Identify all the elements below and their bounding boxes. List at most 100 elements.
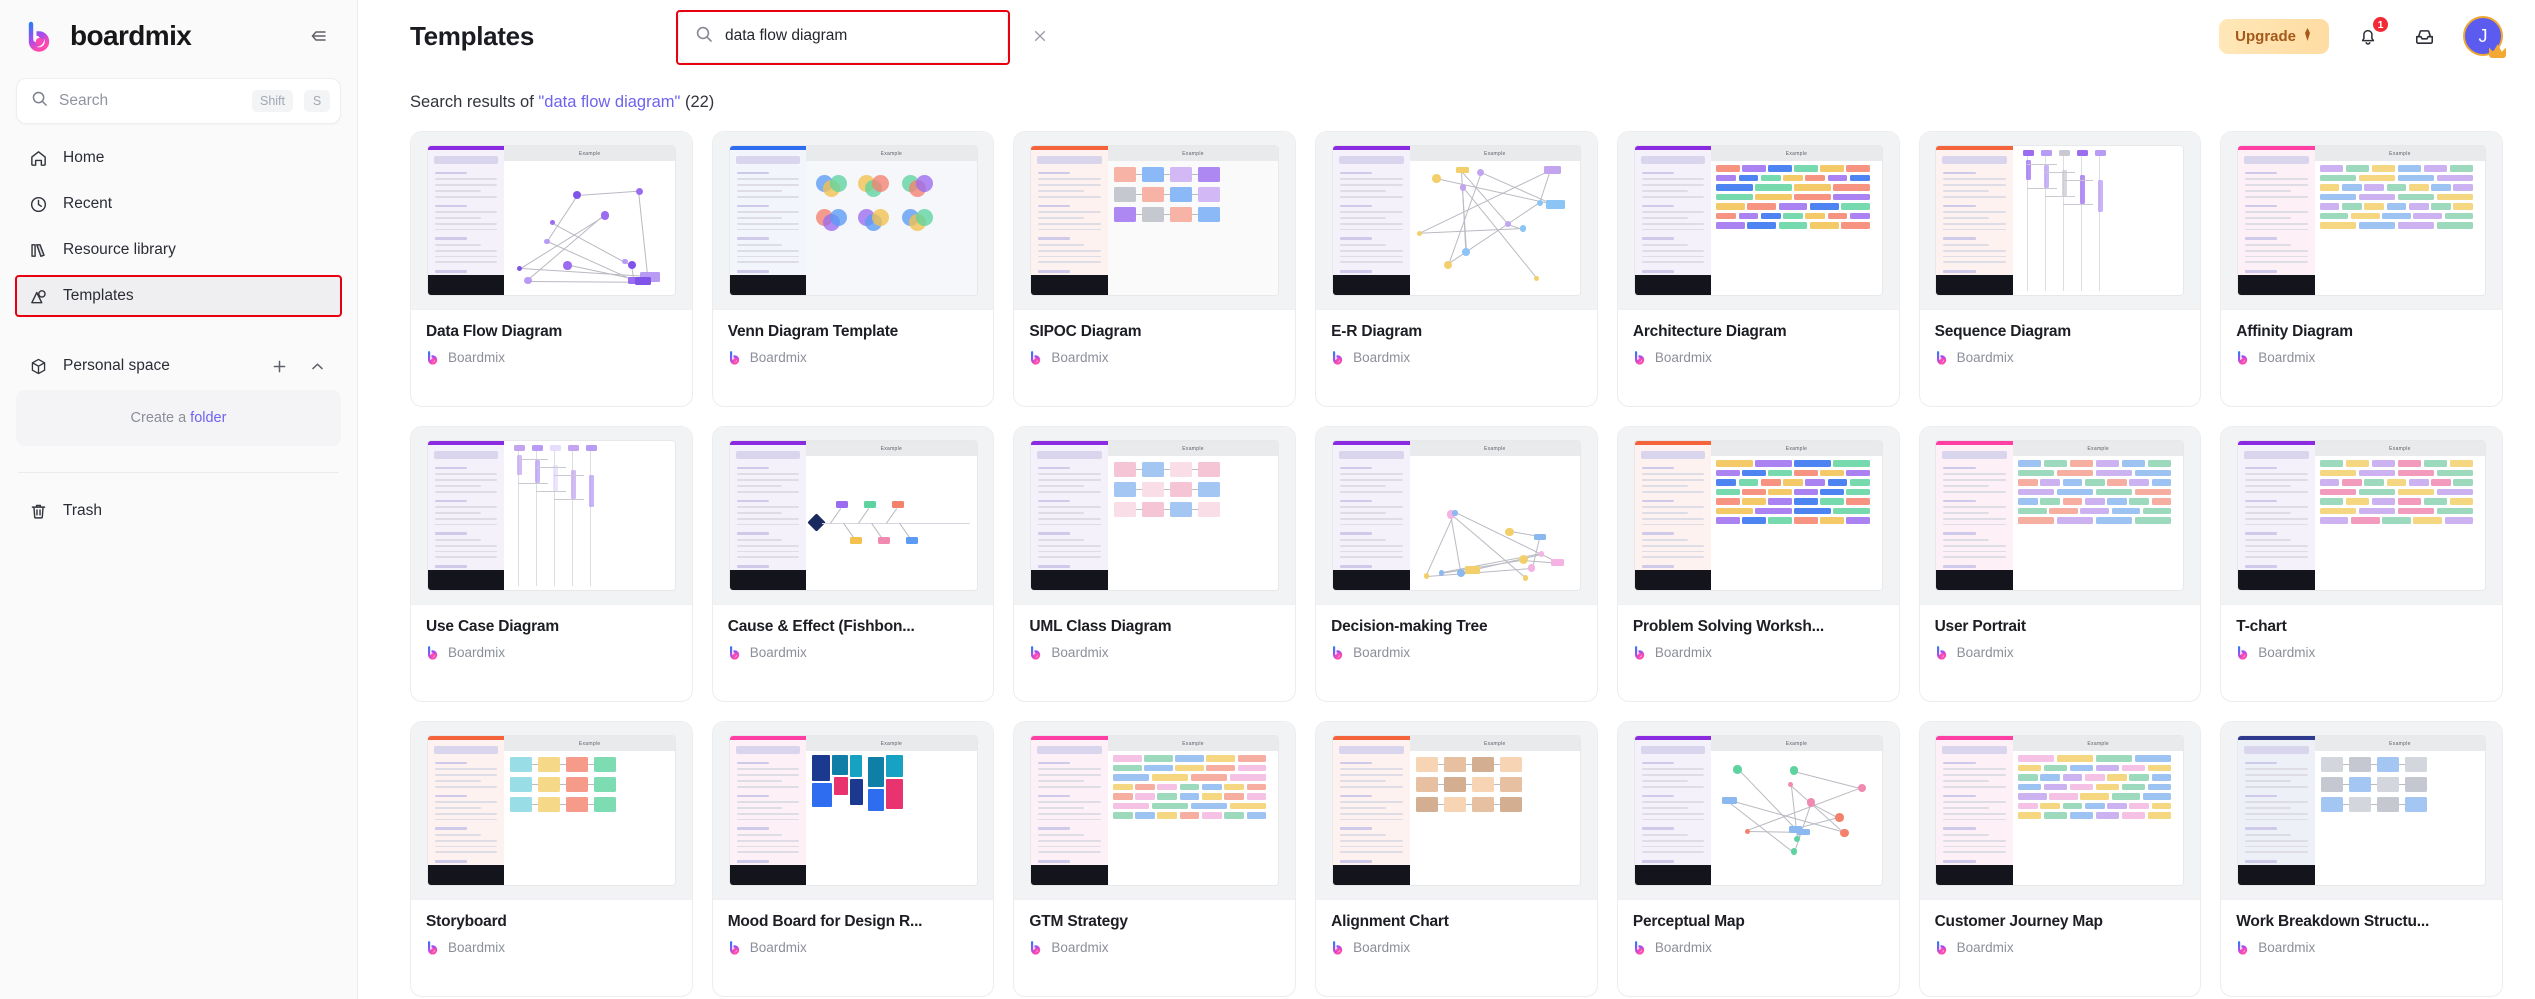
sidebar-item-label: Trash (63, 502, 103, 519)
template-card[interactable]: Example Mood Board for Design R... Board… (711, 721, 995, 997)
sidebar-divider (18, 472, 339, 473)
template-card[interactable]: Example UML Class Diagram Boardmix (1013, 426, 1297, 702)
templates-grid: Example Data Flow Diagram Boardmix Examp… (410, 131, 2503, 997)
boardmix-logo-icon (1331, 350, 1346, 365)
template-thumbnail: Example (1316, 427, 1597, 605)
shortcut-key-shift: Shift (251, 90, 293, 112)
template-card[interactable]: Example SIPOC Diagram Boardmix (1013, 131, 1297, 407)
template-title: Venn Diagram Template (727, 323, 899, 340)
boardmix-logo-icon (426, 940, 441, 955)
sidebar-item-resource-library[interactable]: Resource library (16, 230, 341, 270)
template-card[interactable]: Example Customer Journey Map Boardmix (1918, 721, 2202, 997)
template-author-name: Boardmix (2258, 350, 2316, 365)
create-folder-row[interactable]: Create a folder (16, 390, 341, 446)
template-card[interactable]: Example User Portrait Boardmix (1918, 426, 2202, 702)
results-prefix: Search results of (410, 93, 534, 111)
template-author-name: Boardmix (2258, 645, 2316, 660)
boardmix-logo-icon (1935, 350, 1950, 365)
inbox-button[interactable] (2407, 19, 2441, 53)
content-area: Search results of "data flow diagram" (2… (358, 72, 2535, 999)
template-author: Boardmix (1935, 350, 2186, 365)
app-root: boardmix Search Shift S Home Recent Reso… (0, 0, 2535, 999)
personal-space-section: Personal space (0, 346, 357, 386)
template-thumbnail: Example (2221, 722, 2502, 900)
template-title: Architecture Diagram (1632, 323, 1787, 340)
template-thumbnail (1919, 132, 2201, 310)
template-title: GTM Strategy (1029, 913, 1128, 930)
template-author-name: Boardmix (1353, 645, 1411, 660)
cube-icon (28, 356, 49, 377)
template-title: Cause & Effect (Fishbon... (727, 618, 915, 635)
sidebar-item-label: Recent (63, 195, 113, 212)
template-card[interactable]: Example Work Breakdown Structu... Boardm… (2220, 721, 2503, 997)
upgrade-button[interactable]: Upgrade (2219, 18, 2329, 54)
sidebar-item-templates[interactable]: Templates (15, 275, 342, 317)
sidebar-search-box[interactable]: Search Shift S (16, 78, 341, 124)
template-card[interactable]: Example E-R Diagram Boardmix (1315, 131, 1598, 407)
personal-space-header[interactable]: Personal space (16, 346, 341, 386)
sidebar-item-home[interactable]: Home (16, 138, 341, 178)
template-card[interactable]: Sequence Diagram Boardmix (1918, 131, 2202, 407)
book-icon (28, 240, 49, 261)
boardmix-logo-icon (2236, 645, 2251, 660)
search-icon (31, 90, 48, 112)
template-author-name: Boardmix (1051, 350, 1109, 365)
template-card[interactable]: Example Storyboard Boardmix (410, 721, 693, 997)
template-card[interactable]: Example Venn Diagram Template Boardmix (711, 131, 995, 407)
sidebar-item-recent[interactable]: Recent (16, 184, 341, 224)
template-thumbnail: Example (2221, 132, 2502, 310)
template-author-name: Boardmix (448, 940, 506, 955)
template-card[interactable]: Example Perceptual Map Boardmix (1616, 721, 1900, 997)
sidebar-item-trash[interactable]: Trash (16, 491, 341, 531)
template-author-name: Boardmix (1654, 645, 1712, 660)
template-author: Boardmix (1029, 940, 1280, 955)
template-card[interactable]: Example Alignment Chart Boardmix (1315, 721, 1598, 997)
template-title: User Portrait (1934, 618, 2026, 635)
boardmix-logo-icon (1029, 350, 1044, 365)
template-search-input[interactable]: data flow diagram (678, 9, 1008, 63)
template-author-name: Boardmix (1956, 940, 2014, 955)
template-author: Boardmix (1331, 350, 1582, 365)
template-thumbnail: Example (1919, 427, 2201, 605)
template-card[interactable]: Example Cause & Effect (Fishbon... Board… (711, 426, 995, 702)
diamond-icon (2302, 27, 2313, 45)
brand[interactable]: boardmix (24, 19, 192, 53)
template-author: Boardmix (728, 350, 979, 365)
search-results-summary: Search results of "data flow diagram" (2… (410, 72, 2503, 131)
search-icon (695, 25, 713, 48)
clear-search-button[interactable] (1022, 18, 1058, 54)
template-card[interactable]: Example Affinity Diagram Boardmix (2220, 131, 2503, 407)
template-author: Boardmix (426, 940, 677, 955)
user-avatar-button[interactable]: J (2463, 16, 2506, 58)
trash-icon (28, 501, 49, 522)
template-thumbnail: Example (1014, 132, 1296, 310)
main-area: Templates data flow diagram Upgrade 1 J … (358, 0, 2535, 999)
template-author-name: Boardmix (749, 645, 807, 660)
template-card[interactable]: Example Decision-making Tree Boardmix (1315, 426, 1598, 702)
chevron-up-icon[interactable] (305, 354, 329, 378)
template-card[interactable]: Example T-chart Boardmix (2220, 426, 2503, 702)
template-author: Boardmix (1633, 350, 1884, 365)
template-card[interactable]: Example Data Flow Diagram Boardmix (410, 131, 693, 407)
template-card[interactable]: Example Architecture Diagram Boardmix (1616, 131, 1900, 407)
create-folder-link[interactable]: folder (190, 410, 226, 426)
search-input-value: data flow diagram (725, 27, 848, 44)
template-title: Mood Board for Design R... (727, 913, 923, 930)
notifications-button[interactable]: 1 (2351, 16, 2389, 53)
template-author-name: Boardmix (1051, 940, 1109, 955)
template-card[interactable]: Use Case Diagram Boardmix (410, 426, 693, 702)
template-title: UML Class Diagram (1029, 618, 1172, 635)
template-title: Storyboard (426, 913, 507, 930)
collapse-sidebar-button[interactable] (301, 19, 335, 53)
boardmix-logo-icon (2236, 940, 2251, 955)
boardmix-logo-icon (728, 645, 743, 660)
template-card[interactable]: Example GTM Strategy Boardmix (1013, 721, 1297, 997)
template-thumbnail: Example (1316, 722, 1597, 900)
template-title: Decision-making Tree (1331, 618, 1488, 635)
template-card[interactable]: Example Problem Solving Worksh... Boardm… (1616, 426, 1900, 702)
plus-icon[interactable] (267, 354, 291, 378)
template-title: Problem Solving Worksh... (1632, 618, 1824, 635)
sidebar: boardmix Search Shift S Home Recent Reso… (0, 0, 358, 999)
sidebar-item-label: Resource library (63, 241, 176, 258)
template-author: Boardmix (728, 940, 979, 955)
